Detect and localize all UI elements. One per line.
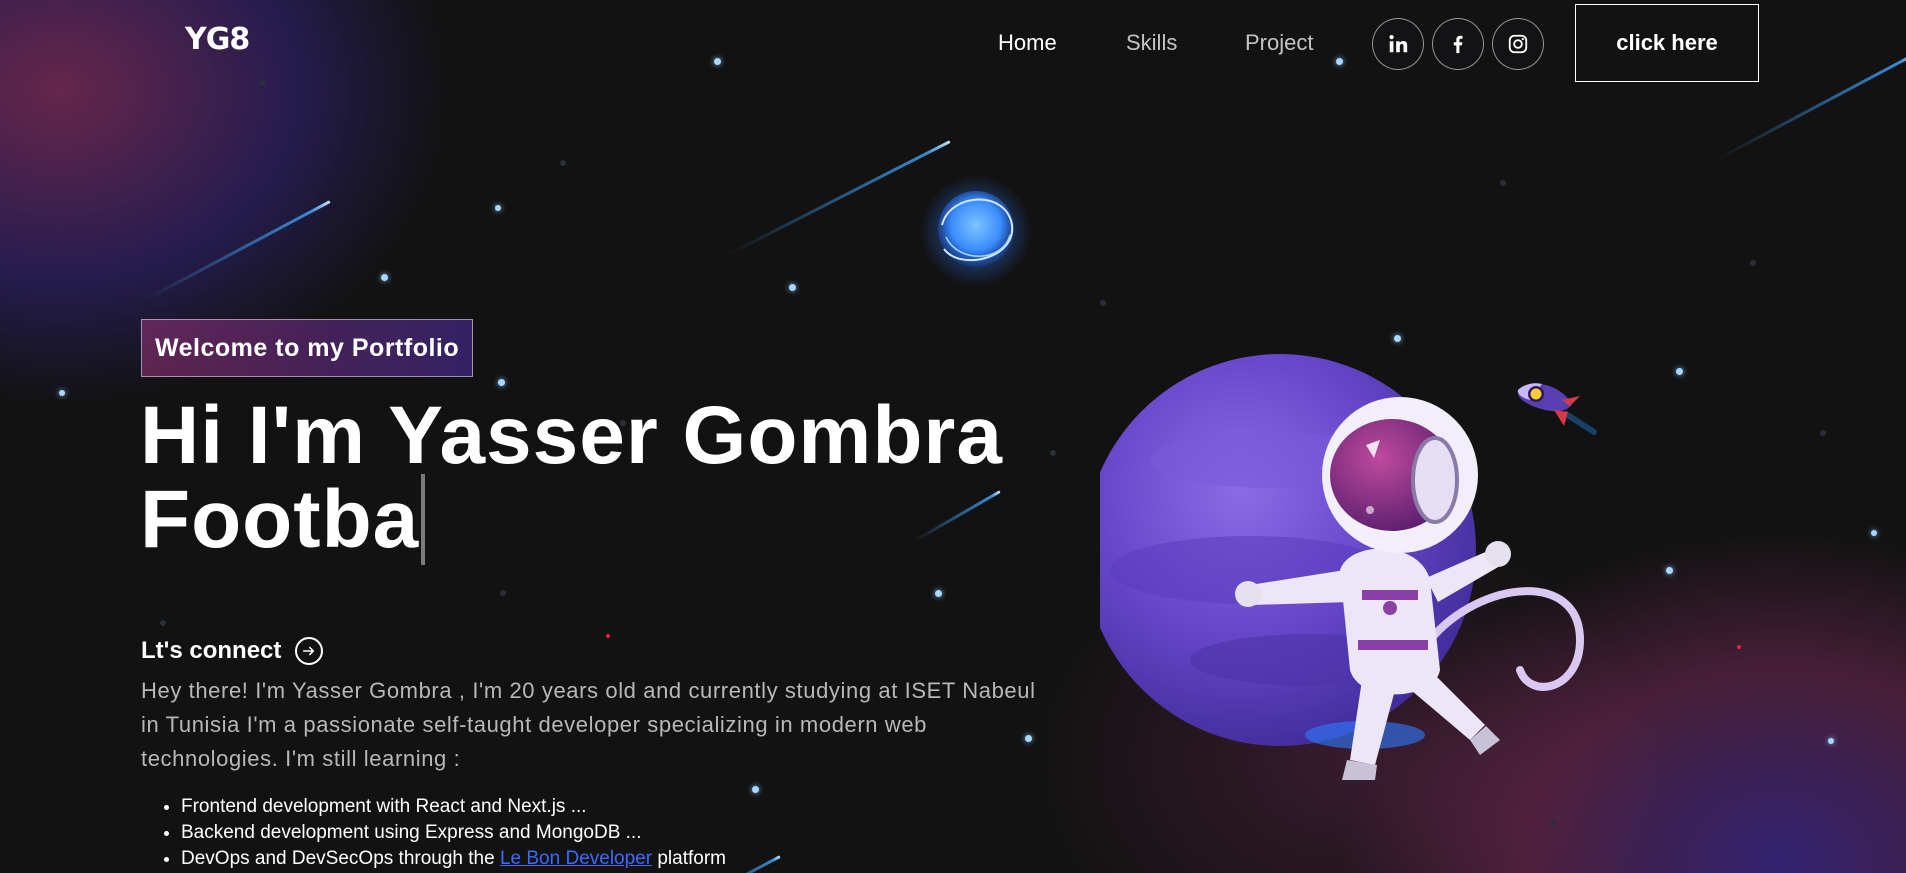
welcome-tagline: Welcome to my Portfolio	[141, 319, 474, 377]
glowing-planet-illustration	[920, 175, 1032, 287]
dim-star-decoration	[1500, 180, 1506, 186]
connect-button[interactable]: Lt's connect	[141, 637, 324, 665]
hero-title: Hi I'm Yasser Gombra Footba	[140, 394, 1003, 565]
dim-star-decoration	[1550, 820, 1556, 826]
skill-text: platform	[657, 848, 726, 869]
dim-star-decoration	[1750, 260, 1756, 266]
nav-link-home[interactable]: Home	[998, 30, 1057, 56]
click-here-button[interactable]: click here	[1575, 4, 1759, 82]
star-decoration	[498, 379, 505, 386]
red-star-decoration	[606, 634, 610, 638]
list-item: Backend development using Express and Mo…	[181, 820, 726, 846]
dim-star-decoration	[160, 620, 166, 626]
star-decoration	[1871, 530, 1877, 536]
nav-link-skills[interactable]: Skills	[1126, 30, 1177, 56]
dim-star-decoration	[500, 590, 506, 596]
meteor-decoration	[143, 200, 331, 302]
portfolio-page: YG8 Home Skills Project click here Welco…	[0, 0, 1906, 873]
meteor-decoration	[726, 140, 951, 257]
star-decoration	[1666, 567, 1673, 574]
star-decoration	[935, 590, 942, 597]
instagram-icon	[1508, 34, 1528, 54]
star-decoration	[495, 205, 501, 211]
dim-star-decoration	[1100, 300, 1106, 306]
star-decoration	[789, 284, 796, 291]
instagram-button[interactable]	[1492, 18, 1544, 70]
star-decoration	[1676, 368, 1683, 375]
facebook-button[interactable]	[1432, 18, 1484, 70]
skills-list: Frontend development with React and Next…	[141, 794, 726, 872]
arrow-right-circle-icon	[295, 637, 324, 665]
about-paragraph: Hey there! I'm Yasser Gombra , I'm 20 ye…	[141, 678, 1036, 771]
red-star-decoration	[1737, 645, 1741, 649]
hero-title-line1: Hi I'm Yasser Gombra	[140, 390, 1003, 481]
linkedin-icon	[1389, 35, 1408, 53]
list-item: DevOps and DevSecOps through the Le Bon …	[181, 846, 726, 872]
skill-text: DevOps and DevSecOps through the	[181, 848, 495, 869]
typed-role-text: Footba	[140, 474, 426, 565]
facebook-icon	[1453, 35, 1463, 54]
logo[interactable]: YG8	[185, 22, 250, 57]
list-item: Frontend development with React and Next…	[181, 794, 726, 820]
linkedin-button[interactable]	[1372, 18, 1424, 70]
star-decoration	[59, 390, 65, 396]
star-decoration	[752, 786, 759, 793]
star-decoration	[1828, 738, 1834, 744]
dim-star-decoration	[560, 160, 566, 166]
nav-link-project[interactable]: Project	[1245, 30, 1313, 56]
le-bon-developer-link[interactable]: Le Bon Developer	[500, 848, 652, 869]
astronaut-planet-illustration	[1100, 354, 1585, 780]
dim-star-decoration	[1050, 450, 1056, 456]
dim-star-decoration	[1820, 430, 1826, 436]
navbar: YG8 Home Skills Project click here	[0, 0, 1906, 88]
star-decoration	[381, 274, 388, 281]
connect-label: Lt's connect	[141, 637, 282, 664]
